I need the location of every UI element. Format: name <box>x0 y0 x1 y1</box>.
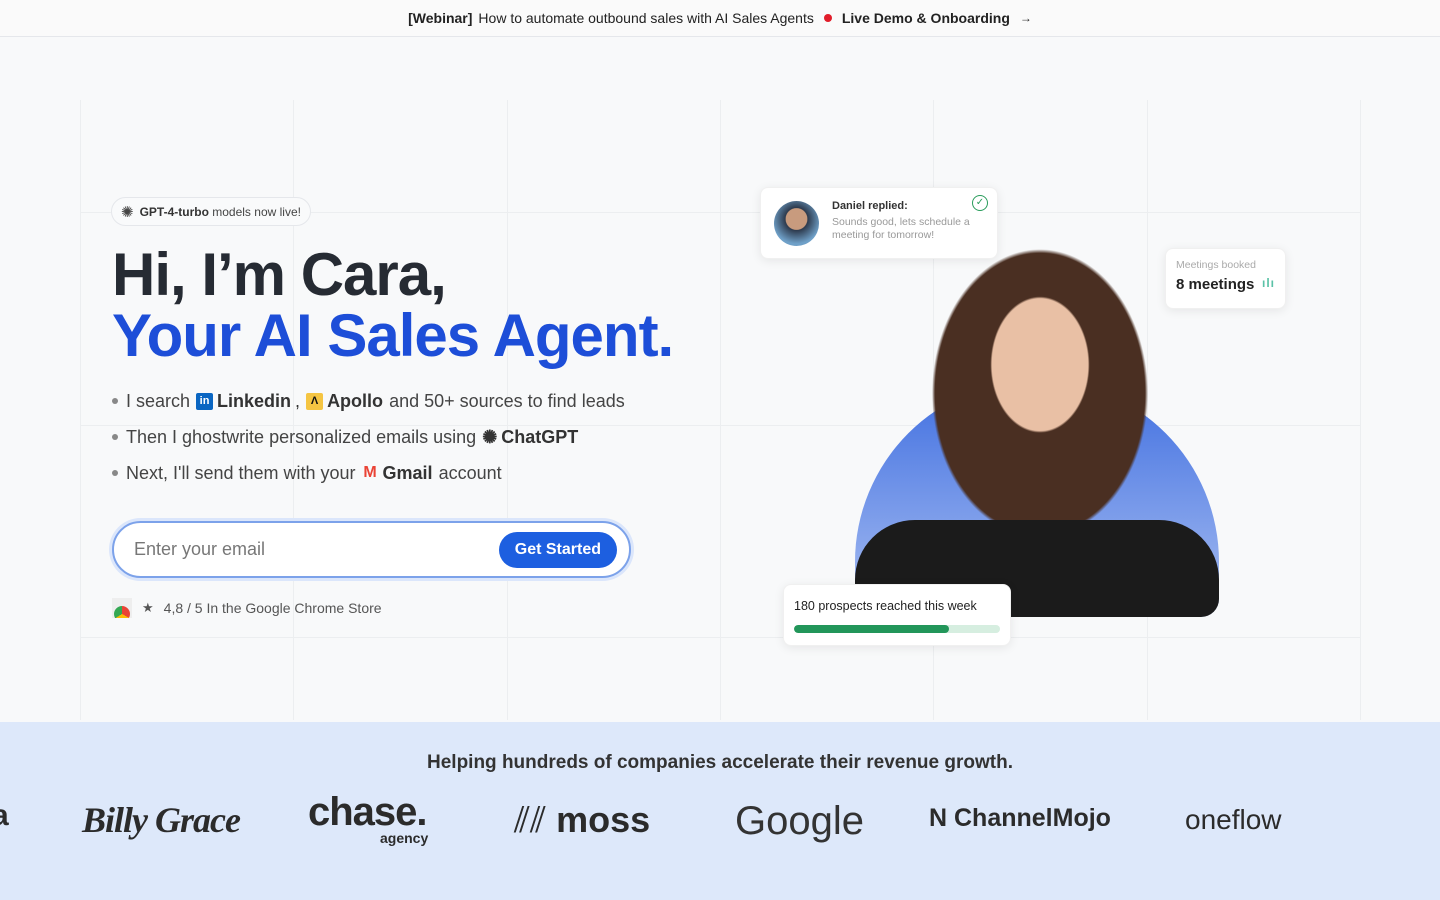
reply-sender: Daniel replied: <box>832 200 908 212</box>
live-dot-icon <box>823 14 832 22</box>
meetings-value: 8 meetings <box>1176 276 1255 293</box>
bar-chart-icon: ılı <box>1261 276 1275 290</box>
prospects-progress-bar <box>794 625 1000 633</box>
reply-message: Sounds good, lets schedule a meeting for… <box>832 216 970 241</box>
gmail-brand: M Gmail <box>362 462 433 484</box>
feature-item: Next, I'll send them with your M Gmail ac… <box>112 455 625 491</box>
separator: , <box>295 390 301 411</box>
apollo-brand: Λ Apollo <box>306 391 383 412</box>
moss-icon: ⫽⫽ <box>514 799 557 840</box>
feature-item: Then I ghostwrite personalized emails us… <box>112 419 625 455</box>
feature-item: I search in Linkedin, Λ Apollo and 50+ sou… <box>112 383 625 419</box>
page-title: Hi, I’m Cara, Your AI Sales Agent. <box>112 241 674 369</box>
meetings-card: Meetings booked 8 meetings ılı <box>1165 248 1286 309</box>
rating-text: 4,8 / 5 In the Google Chrome Store <box>163 600 382 616</box>
reply-notification-card: Daniel replied: Sounds good, lets schedu… <box>760 187 998 259</box>
check-circle-icon: ✓ <box>972 195 988 211</box>
brand-label: Linkedin <box>217 390 292 411</box>
progress-fill <box>794 625 949 633</box>
logo-google: Google <box>735 799 864 843</box>
badge-text: models now live! <box>212 204 301 219</box>
feature-text: Then I ghostwrite personalized emails us… <box>126 426 477 447</box>
announcement-banner[interactable]: [Webinar] How to automate outbound sales… <box>0 0 1440 37</box>
chatgpt-brand: ✺ ChatGPT <box>482 427 578 448</box>
banner-text: How to automate outbound sales with AI S… <box>478 10 814 26</box>
apollo-icon: Λ <box>306 392 324 410</box>
signup-form: Get Started <box>112 521 631 578</box>
chrome-store-icon <box>112 598 132 618</box>
email-input[interactable] <box>134 539 499 560</box>
openai-icon: ✺ <box>482 426 498 447</box>
gmail-icon: M <box>363 464 377 481</box>
logo-text: moss <box>556 799 651 840</box>
title-line-2: Your AI Sales Agent. <box>112 302 674 369</box>
feature-text: I search <box>126 390 191 411</box>
logo-chase-agency: agency <box>380 830 429 846</box>
feature-text: account <box>438 462 502 483</box>
brand-label: Apollo <box>327 390 384 411</box>
partial-logo: a <box>0 799 9 832</box>
get-started-button[interactable]: Get Started <box>498 531 617 568</box>
openai-icon: ✺ <box>121 203 134 221</box>
logo-channelmojo: N ChannelMojo <box>929 804 1111 833</box>
linkedin-icon: in <box>196 392 214 410</box>
feature-text: and 50+ sources to find leads <box>389 390 625 411</box>
prospects-card: 180 prospects reached this week <box>783 584 1011 646</box>
brand-label: ChatGPT <box>501 426 579 447</box>
channelmojo-icon: N <box>929 804 954 832</box>
prospects-text: 180 prospects reached this week <box>794 599 977 613</box>
logo-oneflow: oneflow <box>1185 804 1282 835</box>
linkedin-brand: in Linkedin, <box>196 391 300 412</box>
announcement-badge: ✺ GPT-4-turbo models now live! <box>111 197 311 226</box>
logo-billy-grace: Billy Grace <box>82 800 241 840</box>
meetings-label: Meetings booked <box>1176 259 1256 271</box>
avatar <box>774 201 819 246</box>
logo-moss: ⫽⫽ moss <box>514 799 650 842</box>
title-line-1: Hi, I’m Cara, <box>112 241 447 308</box>
star-icon: ★ <box>142 600 154 615</box>
feature-text: Next, I'll send them with your <box>126 462 356 483</box>
logo-band: Helping hundreds of companies accelerate… <box>0 722 1440 900</box>
banner-link[interactable]: Live Demo & Onboarding <box>842 10 1010 26</box>
banner-tag: [Webinar] <box>408 10 473 26</box>
logos-heading: Helping hundreds of companies accelerate… <box>427 752 1013 773</box>
badge-bold: GPT-4-turbo <box>139 204 209 219</box>
brand-label: Gmail <box>382 462 433 483</box>
store-rating: ★ 4,8 / 5 In the Google Chrome Store <box>112 598 382 618</box>
logo-text: ChannelMojo <box>954 804 1111 832</box>
logo-chase: chase. <box>308 790 428 834</box>
feature-list: I search in Linkedin, Λ Apollo and 50+ sou… <box>112 383 625 491</box>
arrow-right-icon: → <box>1019 11 1032 25</box>
